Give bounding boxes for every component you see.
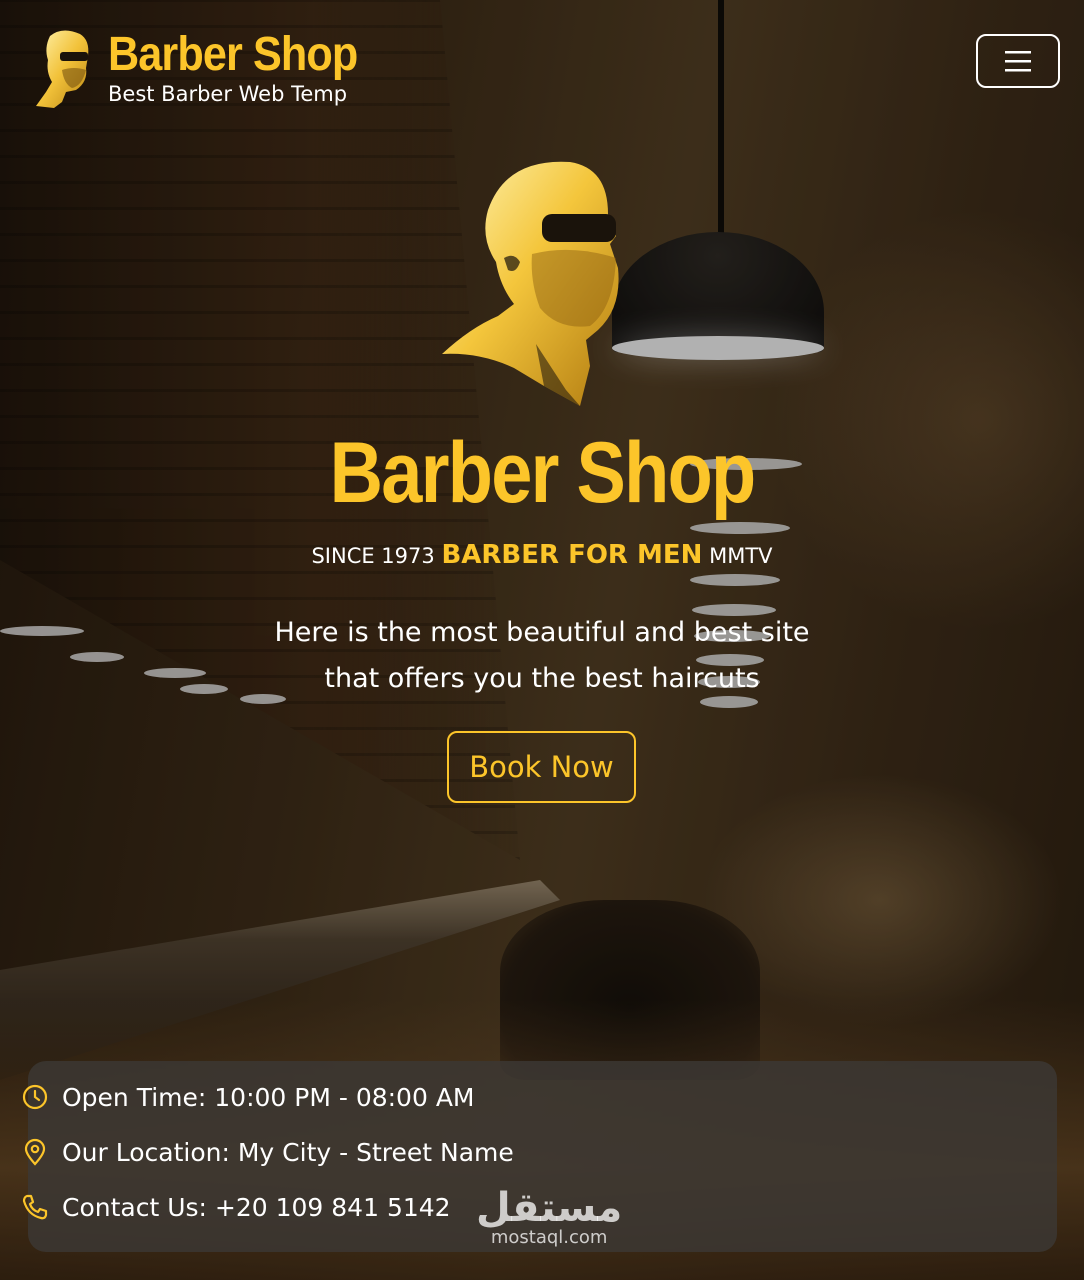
barber-head-icon [36,30,89,109]
watermark-arabic: مستقل [476,1185,623,1231]
brand-title: Barber Shop [108,28,358,81]
watermark-url: mostaql.com [490,1227,608,1248]
menu-button[interactable] [976,34,1060,88]
brand-subtitle: Best Barber Web Temp [108,82,348,106]
contact-text[interactable]: Contact Us: +20 109 841 5142 [62,1193,451,1222]
hero-tagline: SINCE 1973 BARBER FOR MEN MMTV [0,540,1084,570]
barber-emblem-icon [442,161,619,406]
tagline-suffix: MMTV [709,544,773,568]
contact-row[interactable]: Contact Us: +20 109 841 5142 [20,1192,451,1222]
clock-icon [22,1084,48,1110]
open-time-row: Open Time: 10:00 PM - 08:00 AM [20,1082,475,1112]
map-pin-icon [24,1138,46,1166]
hero-title: Barber Shop [329,425,757,521]
location-text: Our Location: My City - Street Name [62,1137,514,1167]
tagline-since: SINCE 1973 [311,544,435,568]
hamburger-icon [1005,51,1031,72]
hero-description: Here is the most beautiful and best site… [274,617,810,694]
tagline-accent: BARBER FOR MEN [441,540,703,570]
brand-logo[interactable]: Barber Shop Best Barber Web Temp [32,26,385,110]
mostaql-watermark: مستقل mostaql.com [476,1188,622,1248]
book-now-button[interactable]: Book Now [447,731,636,803]
phone-icon [22,1194,48,1220]
location-row: Our Location: My City - Street Name [20,1137,514,1167]
open-time-text: Open Time: 10:00 PM - 08:00 AM [62,1082,475,1112]
